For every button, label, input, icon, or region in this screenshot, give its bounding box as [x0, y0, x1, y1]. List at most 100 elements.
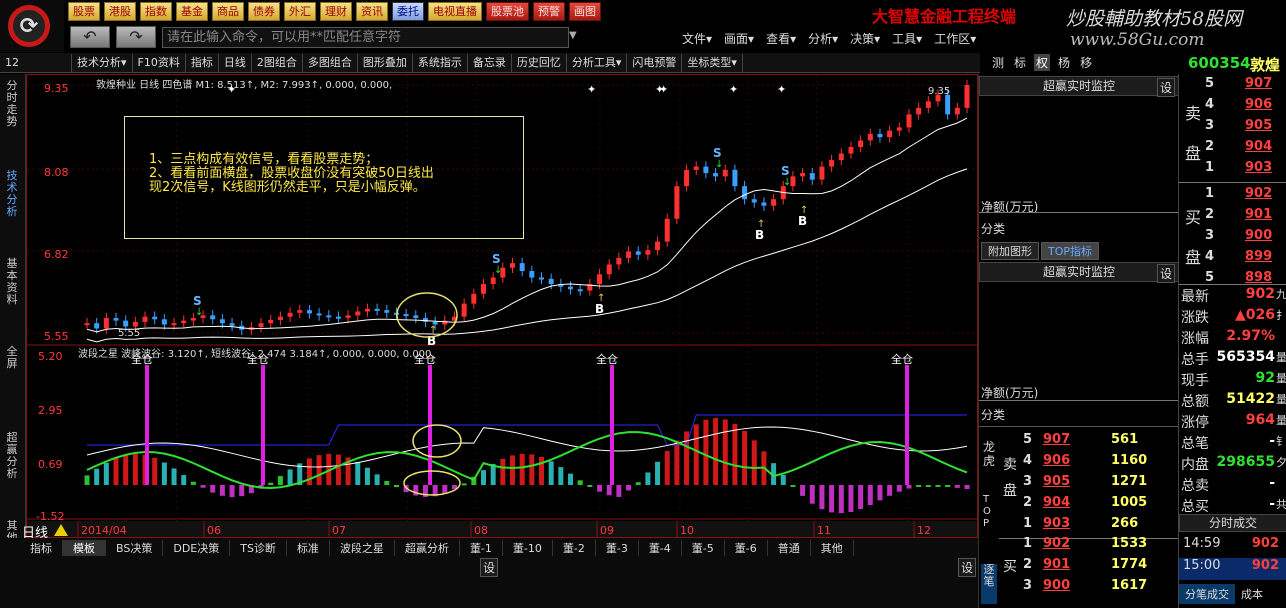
candle-body: [761, 202, 767, 206]
main-menu-item[interactable]: 决策▾: [844, 30, 886, 47]
top-menu-item[interactable]: 商品: [212, 2, 244, 21]
bottom-tab[interactable]: 波段之星: [330, 540, 395, 556]
toolbar-item[interactable]: 日线: [219, 53, 252, 72]
left-nav-fullscreen[interactable]: 全屏: [4, 346, 20, 370]
command-input[interactable]: 请在此输入命令，可以用**匹配任意字符: [162, 27, 569, 48]
toolbar-item[interactable]: 图形叠加: [358, 53, 413, 72]
right-tab[interactable]: 杨: [1056, 54, 1072, 71]
left-nav-intraday[interactable]: 分时走势: [4, 80, 20, 128]
quote-price: 906: [1245, 97, 1273, 112]
top-menu-item[interactable]: 画图: [569, 2, 601, 21]
toolbar-item[interactable]: 指标: [186, 53, 219, 72]
toolbar-item[interactable]: 技术分析▾: [72, 53, 133, 72]
candle-body: [742, 186, 748, 200]
toolbar-item[interactable]: 系统指示: [413, 53, 468, 72]
gear-button[interactable]: 设: [1157, 264, 1176, 283]
top-menu-item[interactable]: 指数: [140, 2, 172, 21]
toolbar-item[interactable]: 多图组合: [303, 53, 358, 72]
right-tab[interactable]: 移: [1078, 54, 1094, 71]
gear-button[interactable]: 设: [480, 558, 499, 577]
bottom-tab[interactable]: TS诊断: [230, 540, 287, 556]
indicator-bar: [722, 419, 728, 485]
candle-body: [461, 303, 467, 317]
forward-button[interactable]: ↷: [116, 26, 156, 48]
divider: [979, 400, 1179, 401]
indicator-bar: [364, 467, 370, 485]
toolbar-item[interactable]: 分析工具▾: [567, 53, 628, 72]
low-label: 5.55: [118, 328, 141, 339]
main-menu-item[interactable]: 工作区▾: [928, 30, 982, 47]
top-menu-item[interactable]: 预警: [533, 2, 565, 21]
toolbar-item[interactable]: F10资料: [133, 53, 186, 72]
back-button[interactable]: ↶: [70, 26, 110, 48]
indicator-bar: [954, 485, 960, 488]
toolbar-item[interactable]: 备忘录: [468, 53, 512, 72]
candle-body: [94, 323, 100, 329]
main-menu-item[interactable]: 工具▾: [886, 30, 928, 47]
order-row: 3 900 1617: [1023, 578, 1173, 599]
tick-tab[interactable]: 逐笔: [981, 564, 997, 604]
indicator-bar: [548, 461, 554, 485]
main-menu: 文件▾ 画面▾ 查看▾ 分析▾ 决策▾ 工具▾ 工作区▾: [676, 30, 982, 47]
top-menu-item[interactable]: 股票池: [486, 2, 529, 21]
bottom-tab[interactable]: 董-3: [596, 540, 639, 556]
top-menu-item[interactable]: 电视直播: [428, 2, 482, 21]
top-menu-item[interactable]: 外汇: [284, 2, 316, 21]
indicator-bar: [780, 475, 786, 485]
top-menu-item[interactable]: 港股: [104, 2, 136, 21]
top-menu-item[interactable]: 委托: [392, 2, 424, 21]
toolbar-item[interactable]: 历史回忆: [512, 53, 567, 72]
main-menu-item[interactable]: 查看▾: [760, 30, 802, 47]
candle-body: [181, 320, 187, 324]
tab-extra-graph[interactable]: 附加图形: [981, 242, 1039, 260]
bottom-tab[interactable]: 普通: [768, 540, 811, 556]
main-menu-item[interactable]: 画面▾: [718, 30, 760, 47]
right-tab[interactable]: 标: [1012, 54, 1028, 71]
top-menu-item[interactable]: 基金: [176, 2, 208, 21]
top-menu-item[interactable]: 理财: [320, 2, 352, 21]
full-position-label: 全仓: [596, 352, 618, 366]
day-line-triangle-icon[interactable]: [54, 524, 68, 536]
bottom-tab[interactable]: 模板: [63, 540, 106, 556]
tick-price: 902: [1251, 558, 1279, 573]
left-nav-profile[interactable]: 基本资料: [4, 258, 20, 306]
quote-price: 904: [1245, 139, 1273, 154]
bottom-tab[interactable]: DDE决策: [163, 540, 231, 556]
tab-top-indicator[interactable]: TOP指标: [1041, 242, 1100, 260]
right-tab[interactable]: 权: [1034, 54, 1051, 71]
top-menu-item[interactable]: 债券: [248, 2, 280, 21]
bottom-tab[interactable]: 董-6: [725, 540, 768, 556]
indicator-bar: [867, 485, 873, 505]
stock-code-field[interactable]: 12: [0, 53, 72, 72]
right-tab[interactable]: 测: [990, 54, 1006, 71]
tab-cost[interactable]: 成本: [1235, 584, 1269, 604]
order-level: 1: [1023, 516, 1033, 531]
command-dropdown-icon[interactable]: ▼: [569, 30, 577, 41]
bottom-tab[interactable]: 超赢分析: [395, 540, 460, 556]
indicator-bar: [713, 418, 719, 485]
toolbar-item[interactable]: 闪电预警: [627, 53, 683, 72]
toolbar-item[interactable]: 坐标类型▾: [682, 53, 743, 72]
bottom-tab[interactable]: 董-1: [460, 540, 503, 556]
bottom-tab[interactable]: 标准: [287, 540, 330, 556]
bottom-tab[interactable]: 其他: [811, 540, 854, 556]
top-menu-item[interactable]: 股票: [68, 2, 100, 21]
main-menu-item[interactable]: 分析▾: [802, 30, 844, 47]
top-menu-item[interactable]: 资讯: [356, 2, 388, 21]
toolbar-item[interactable]: 2图组合: [252, 53, 303, 72]
candle-body: [848, 147, 854, 154]
gear-button[interactable]: 设: [1157, 78, 1176, 97]
gear-button[interactable]: 设: [958, 558, 977, 577]
quote-price: 907: [1245, 76, 1273, 91]
main-menu-item[interactable]: 文件▾: [676, 30, 718, 47]
bottom-tab[interactable]: 董-2: [553, 540, 596, 556]
bottom-tab[interactable]: 董-4: [639, 540, 682, 556]
bottom-tab[interactable]: 董-10: [503, 540, 553, 556]
bottom-tab[interactable]: 指标: [20, 540, 63, 556]
bottom-tab[interactable]: 董-5: [682, 540, 725, 556]
bottom-tab[interactable]: BS决策: [106, 540, 164, 556]
tab-ticks[interactable]: 分笔成交: [1179, 584, 1235, 604]
quote-stat-row: 总笔 - 钅: [1179, 433, 1286, 454]
left-nav-chaoying[interactable]: 超赢分析: [4, 432, 20, 480]
left-nav-technical[interactable]: 技术分析: [4, 170, 20, 218]
